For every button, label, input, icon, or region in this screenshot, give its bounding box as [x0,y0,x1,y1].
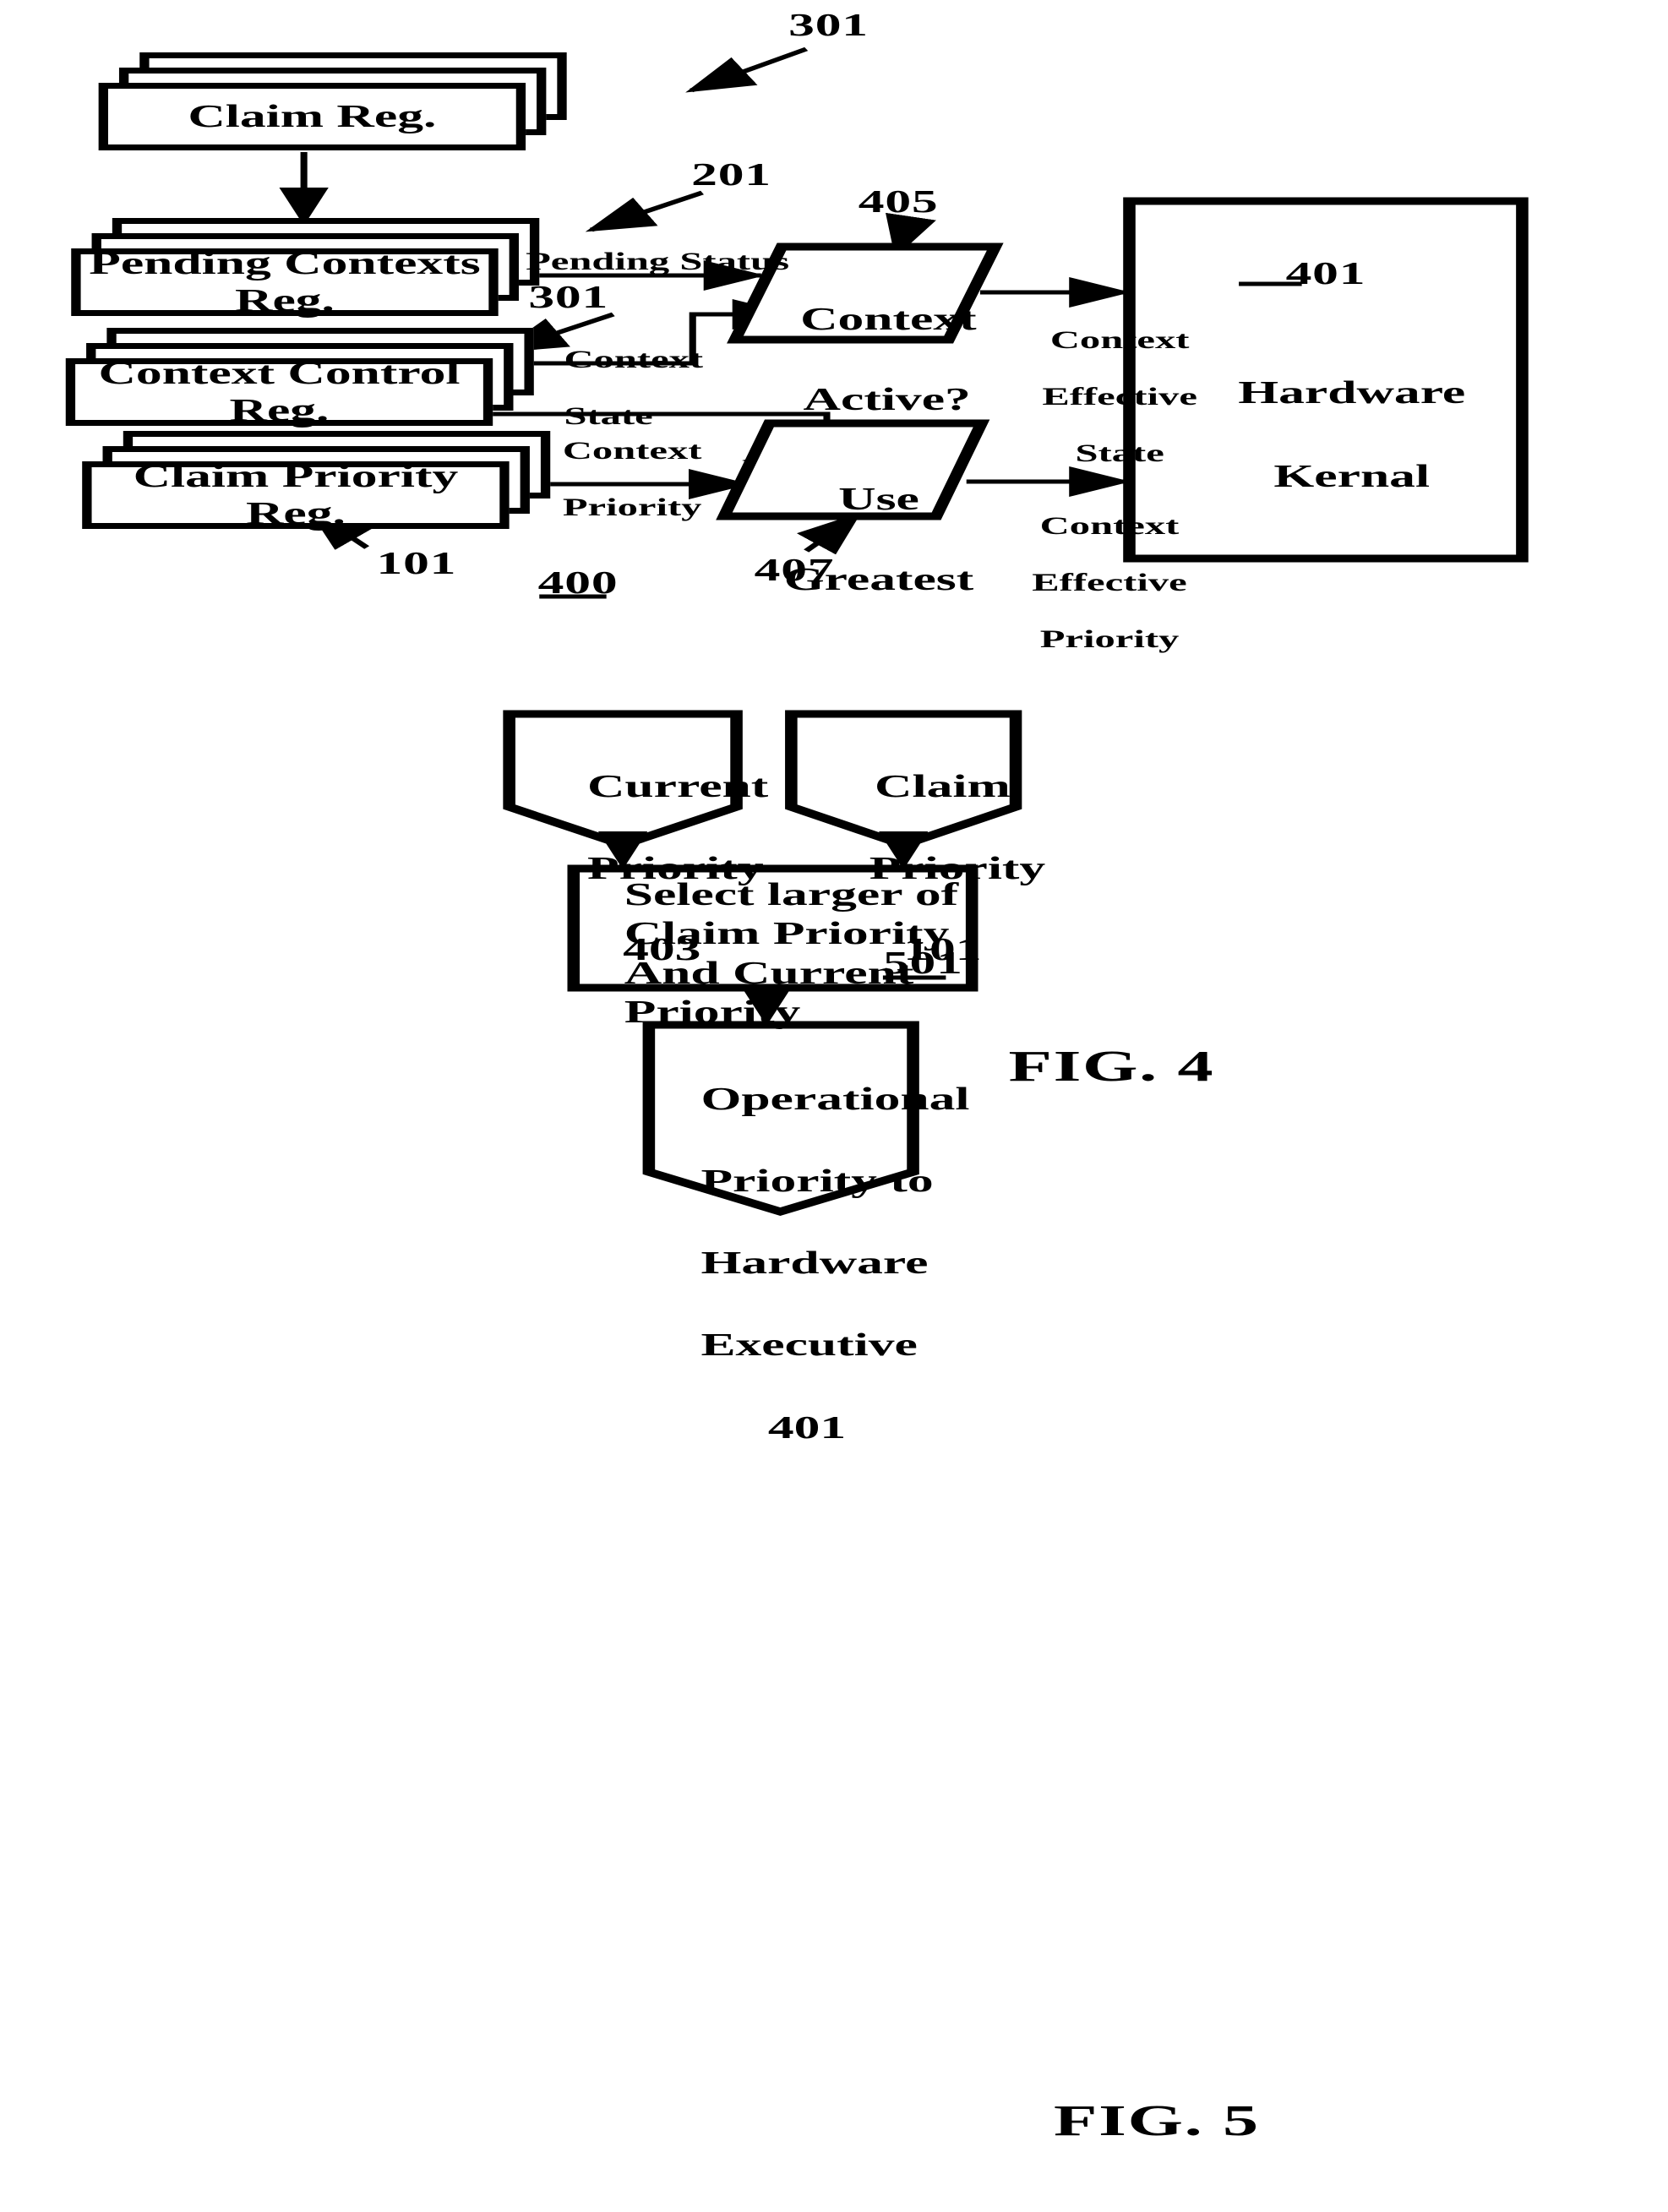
block-hardware-kernal-label: Hardware Kernal [1130,331,1523,540]
ref-405-context-active: 405 [858,184,939,220]
ref-301-claim-reg: 301 [788,8,869,43]
ref-401-hardware-kernal: 401 [1285,256,1366,291]
patent-figure-sheet: Claim Reg. 301 Pending Contexts Reg. 201… [0,0,1668,2212]
ref-501-select-larger: 501 [882,945,963,981]
operational-priority-ref: 401 [767,1409,847,1446]
operational-priority-line4: Executive [700,1327,918,1364]
select-larger-line3: And Current [624,955,914,991]
claim-priority-reg-label: Claim Priority Reg. [133,459,459,531]
pending-contexts-sheet-1: Pending Contexts Reg. [71,246,499,319]
block-claim-priority-reg: Claim Priority Reg. [82,431,554,531]
edge-label-context-priority: Context Priority [521,408,702,550]
edge-label-context-priority-line1: Context [562,436,702,465]
edge-label-context-state-line1: Context [564,345,704,373]
context-active-line1: Context [800,301,977,337]
hardware-kernal-line2: Kernal [1273,459,1431,495]
block-pending-contexts-reg: Pending Contexts Reg. [71,218,543,319]
context-control-sheet-1: Context Control Reg. [65,356,493,428]
block-context-control-reg: Context Control Reg. [65,328,538,428]
operational-priority-line2: Priority to [700,1163,934,1199]
claim-priority-sheet-1: Claim Priority Reg. [82,459,510,531]
select-larger-line4: Priority [624,994,801,1031]
edge-label-context-priority-line2: Priority [562,493,702,521]
pending-contexts-reg-label: Pending Contexts Reg. [89,246,481,319]
ref-201-pending-contexts: 201 [691,157,771,193]
operational-priority-line1: Operational [700,1081,970,1117]
block-claim-priority-fig5: Claim Priority 101 [791,714,1046,967]
block-use-greatest-label: Use Greatest [729,439,976,640]
ref-301-context-control: 301 [528,280,609,315]
context-control-reg-label: Context Control Reg. [98,356,461,428]
edge-label-cep-line3: Priority [1039,624,1180,653]
block-operational-priority-text: Operational Priority to Hardware Executi… [649,1038,969,1490]
edge-label-cep-line2: Effective [1032,568,1187,597]
claim-priority-line1: Claim [875,769,1011,805]
use-greatest-line1: Use [838,481,919,517]
current-priority-line1: Current [586,769,769,805]
hardware-kernal-line1: Hardware [1238,375,1466,411]
block-context-active-label: Context Active? [739,259,986,460]
block-claim-reg: Claim Reg. [98,52,571,150]
claim-reg-label: Claim Reg. [188,99,437,134]
operational-priority-line3: Hardware [700,1245,929,1282]
context-active-line2: Active? [803,381,971,417]
select-larger-line1: Select larger of [624,877,959,913]
ref-400-figure: 400 [537,565,619,601]
block-current-priority: Current Priority 403 [510,714,768,967]
figure-5-caption: FIG. 5 [1054,2097,1260,2145]
ref-101-claim-priority: 101 [376,546,457,581]
claim-reg-sheet-1: Claim Reg. [98,83,526,150]
ref-407-use-greatest: 407 [754,553,835,588]
